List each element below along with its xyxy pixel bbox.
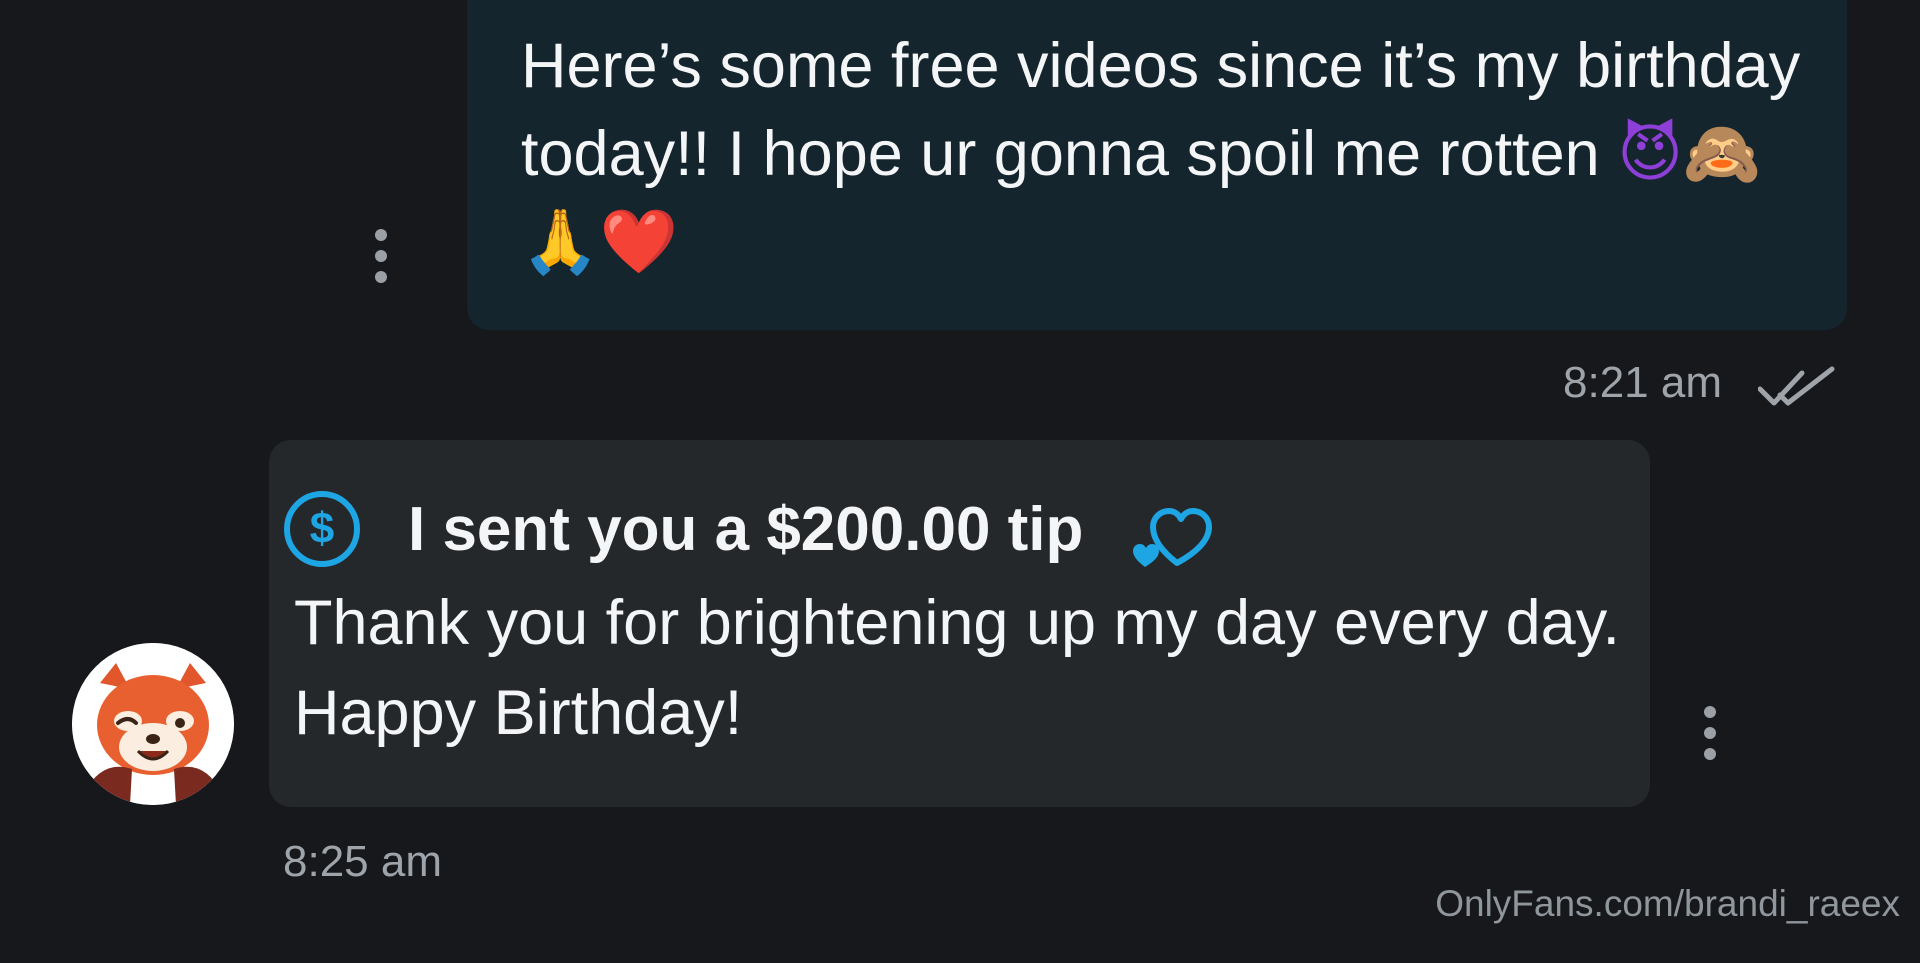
red-panda-avatar[interactable] <box>72 643 234 805</box>
outgoing-message-text: Here’s some free videos since it’s my bi… <box>521 22 1807 286</box>
folded-hands-emoji-icon: 🙏 <box>521 205 600 278</box>
outgoing-message-body: Here’s some free videos since it’s my bi… <box>521 31 1801 189</box>
watermark-text: OnlyFans.com/brandi_raeex <box>1435 883 1900 924</box>
see-no-evil-monkey-emoji-icon: 🙈 <box>1682 117 1762 190</box>
smiling-devil-emoji-icon: 😈 <box>1617 117 1683 190</box>
dollar-circle-icon: $ <box>284 491 360 567</box>
outgoing-message-bubble[interactable]: Here’s some free videos since it’s my bi… <box>467 0 1847 330</box>
double-check-icon <box>1758 366 1835 406</box>
incoming-message-more-icon[interactable] <box>1703 706 1717 760</box>
incoming-message-text: Thank you for brightening up my day ever… <box>294 588 1621 748</box>
red-panda-avatar-icon <box>72 643 234 805</box>
tip-row: $ I sent you a $200.00 tip <box>284 484 1650 574</box>
outgoing-message-more-icon[interactable] <box>374 229 388 283</box>
outgoing-message-time: 8:21 am <box>1563 358 1722 407</box>
incoming-message-bubble[interactable]: $ I sent you a $200.00 tip Thank you for… <box>269 440 1650 807</box>
tip-amount-text: I sent you a $200.00 tip <box>408 494 1084 564</box>
incoming-message-time: 8:25 am <box>283 837 442 886</box>
red-heart-emoji-icon: ❤️ <box>599 205 678 278</box>
two-hearts-icon <box>1133 508 1213 567</box>
